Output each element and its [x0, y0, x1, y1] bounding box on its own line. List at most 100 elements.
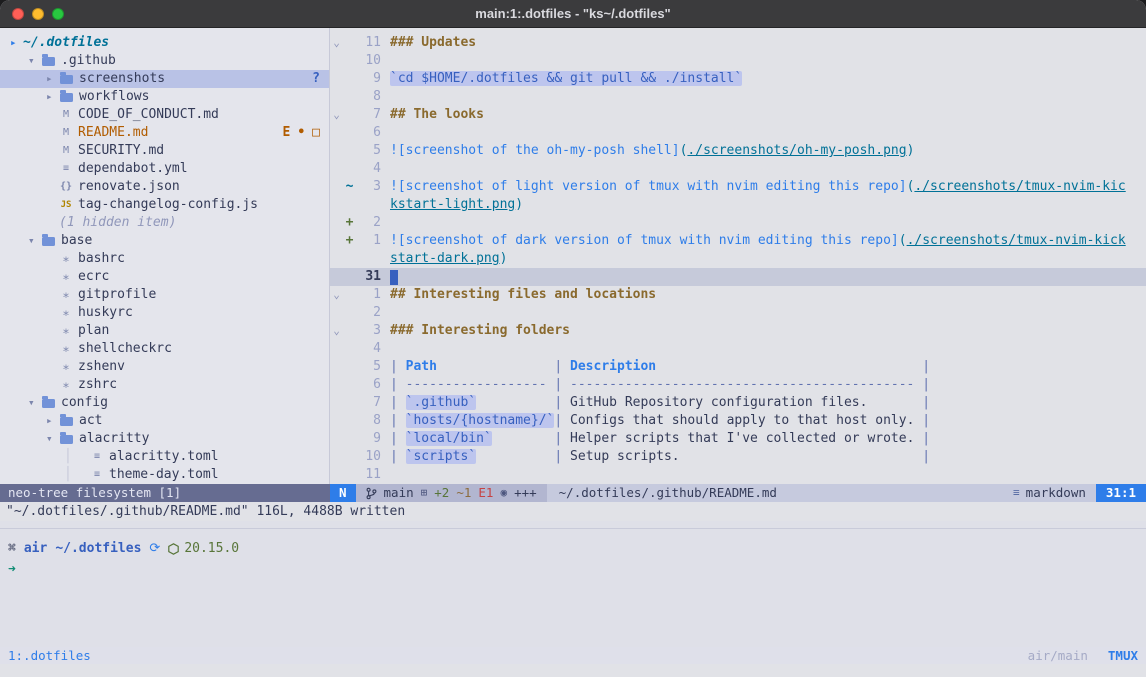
editor-line-11[interactable]: 11 — [330, 466, 1146, 484]
editor-line-7[interactable]: 7| `.github` | GitHub Repository configu… — [330, 394, 1146, 412]
editor-line-3[interactable]: ⌄ 3### Interesting folders — [330, 322, 1146, 340]
tree-item-label: alacritty.toml — [109, 448, 219, 466]
tree-item-zshrc[interactable]: ∗zshrc — [0, 376, 329, 394]
git-changed-count: ~1 — [456, 484, 471, 502]
git-added-count: +2 — [434, 484, 449, 502]
editor-line-9[interactable]: 9| `local/bin` | Helper scripts that I'v… — [330, 430, 1146, 448]
gutter: 4 — [330, 340, 390, 358]
seg-up: ) — [907, 143, 915, 158]
line-number: 5 — [356, 142, 390, 160]
tree-item-workflows[interactable]: ▸workflows — [0, 88, 329, 106]
tree-item-alacritty[interactable]: ▾alacritty — [0, 430, 329, 448]
zoom-button[interactable] — [52, 8, 64, 20]
tree-item-gitprofile[interactable]: ∗gitprofile — [0, 286, 329, 304]
fold-icon — [330, 412, 343, 430]
fold-icon — [330, 178, 343, 214]
editor-line-6[interactable]: 6| ------------------ | ----------------… — [330, 376, 1146, 394]
tree-item-base[interactable]: ▾base — [0, 232, 329, 250]
tree-item-label: .github — [61, 52, 116, 70]
gutter: 4 — [330, 160, 390, 178]
editor-line-4[interactable]: 4 — [330, 160, 1146, 178]
editor-line-3[interactable]: ~3![screenshot of light version of tmux … — [330, 178, 1146, 214]
editor-line-10[interactable]: 10| `scripts` | Setup scripts. | — [330, 448, 1146, 466]
tree-item-.github[interactable]: ▾.github — [0, 52, 329, 70]
editor-line-6[interactable]: 6 — [330, 124, 1146, 142]
tree-item-screenshots[interactable]: ▸screenshots? — [0, 70, 329, 88]
tree-item-act[interactable]: ▸act — [0, 412, 329, 430]
git-sign — [343, 160, 356, 178]
tree-item-badges: ? — [312, 70, 329, 88]
seg-h: ## The looks — [390, 107, 484, 122]
seg-p: | — [554, 413, 570, 428]
editor-lines: ⌄ 11### Updates 10 9`cd $HOME/.dotfiles … — [330, 34, 1146, 484]
tree-item-dependabot.yml[interactable]: ≡dependabot.yml — [0, 160, 329, 178]
editor-line-7[interactable]: ⌄ 7## The looks — [330, 106, 1146, 124]
editor-line-5[interactable]: 5| Path | Description | — [330, 358, 1146, 376]
tree-item-label: screenshots — [79, 70, 165, 88]
extra-indicator: +++ — [514, 484, 537, 502]
editor-line-1[interactable]: ⌄ 1## Interesting files and locations — [330, 286, 1146, 304]
tree-item-ecrc[interactable]: ∗ecrc — [0, 268, 329, 286]
tree-item-label: huskyrc — [78, 304, 133, 322]
chevron-icon — [46, 160, 59, 178]
close-button[interactable] — [12, 8, 24, 20]
chevron-icon: ▸ — [46, 412, 59, 430]
line-text: ![screenshot of dark version of tmux wit… — [390, 232, 1129, 268]
line-number: 2 — [356, 214, 390, 232]
tree-item-label: theme-day.toml — [109, 466, 219, 484]
minimize-button[interactable] — [32, 8, 44, 20]
editor-line-8[interactable]: 8| `hosts/{hostname}/`| Configs that sho… — [330, 412, 1146, 430]
tree-item-CODE_OF_CONDUCT.md[interactable]: MCODE_OF_CONDUCT.md — [0, 106, 329, 124]
editor-line-5[interactable]: 5![screenshot of the oh-my-posh shell](.… — [330, 142, 1146, 160]
seg-up: ( — [899, 233, 907, 248]
tree-item-huskyrc[interactable]: ∗huskyrc — [0, 304, 329, 322]
tree-item-README.md[interactable]: MREADME.mdE•□ — [0, 124, 329, 142]
gutter: ⌄ 1 — [330, 286, 390, 304]
folder-icon — [60, 75, 73, 84]
tree-item-bashrc[interactable]: ∗bashrc — [0, 250, 329, 268]
tree-item-(1 hidden item)[interactable]: (1 hidden item) — [0, 214, 329, 232]
git-sign: ~ — [343, 178, 356, 214]
editor-line-9[interactable]: 9`cd $HOME/.dotfiles && git pull && ./in… — [330, 70, 1146, 88]
tree-item-label: ecrc — [78, 268, 109, 286]
tree-item-tag-changelog-config.js[interactable]: JStag-changelog-config.js — [0, 196, 329, 214]
editor-line-2[interactable]: +2 — [330, 214, 1146, 232]
tree-item-config[interactable]: ▾config — [0, 394, 329, 412]
seg-p: | — [922, 395, 930, 410]
tree-item-label: ~/.dotfiles — [23, 34, 109, 52]
editor-line-2[interactable]: 2 — [330, 304, 1146, 322]
tree-item-shellcheckrc[interactable]: ∗shellcheckrc — [0, 340, 329, 358]
chevron-icon: ▸ — [46, 88, 59, 106]
tree-item-label: alacritty — [79, 430, 149, 448]
seg-up: ) — [500, 251, 508, 266]
editor-line-11[interactable]: ⌄ 11### Updates — [330, 34, 1146, 52]
chevron-icon — [46, 106, 59, 124]
tree-item-plan[interactable]: ∗plan — [0, 322, 329, 340]
tree-item-zshenv[interactable]: ∗zshenv — [0, 358, 329, 376]
editor-line-31[interactable]: 31 — [330, 268, 1146, 286]
line-number: 6 — [356, 124, 390, 142]
tree-item-renovate.json[interactable]: {}renovate.json — [0, 178, 329, 196]
fold-icon — [330, 358, 343, 376]
tree-item-SECURITY.md[interactable]: MSECURITY.md — [0, 142, 329, 160]
git-branch-name: main — [384, 484, 414, 502]
line-number: 1 — [356, 286, 390, 304]
tree-item-alacritty.toml[interactable]: │ ≡alacritty.toml — [0, 448, 329, 466]
window-controls — [12, 8, 64, 20]
statusline-filepath: ~/.dotfiles/.github/README.md — [547, 484, 1003, 502]
extra-icon: ◉ — [500, 484, 507, 502]
filetype-label: markdown — [1026, 484, 1086, 502]
editor-line-8[interactable]: 8 — [330, 88, 1146, 106]
folder-icon — [42, 237, 55, 246]
tmux-statusbar: 1:.dotfiles air/main TMUX — [0, 647, 1146, 664]
tree-item-theme-day.toml[interactable]: │ ≡theme-day.toml — [0, 466, 329, 484]
tree-item-~/.dotfiles[interactable]: ▸~/.dotfiles — [0, 34, 329, 52]
status-row: neo-tree filesystem [1] N main ⊞ +2 ~1 E… — [0, 484, 1146, 502]
editor-panel: ⌄ 11### Updates 10 9`cd $HOME/.dotfiles … — [330, 28, 1146, 484]
git-sign — [343, 124, 356, 142]
tmux-window-label[interactable]: 1:.dotfiles — [8, 647, 91, 665]
editor-line-4[interactable]: 4 — [330, 340, 1146, 358]
editor-line-1[interactable]: +1![screenshot of dark version of tmux w… — [330, 232, 1146, 268]
prompt-arrow[interactable]: ➜ — [0, 559, 1146, 579]
editor-line-10[interactable]: 10 — [330, 52, 1146, 70]
